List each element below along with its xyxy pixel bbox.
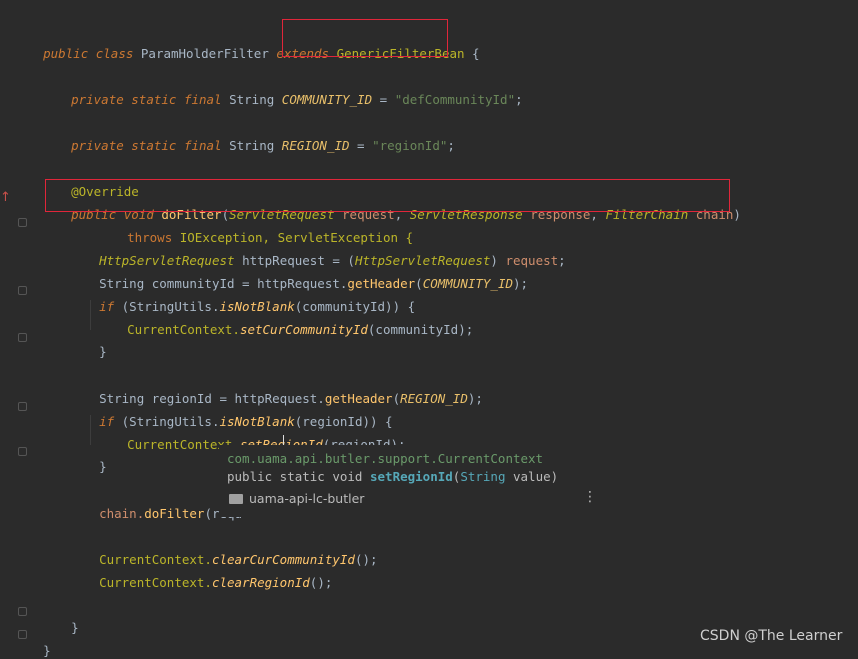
- static-call: setCurCommunityId: [239, 322, 368, 337]
- operator: =: [372, 92, 395, 107]
- expression: ();: [354, 552, 378, 567]
- module-name: uama-api-lc-butler: [249, 491, 365, 506]
- keyword: public class: [43, 46, 141, 61]
- brace: }: [43, 643, 51, 658]
- type: String: [229, 92, 282, 107]
- operator: =: [349, 138, 373, 153]
- field-ref: REGION_ID: [400, 391, 468, 406]
- expression: ();: [309, 575, 333, 590]
- code-line-region-header[interactable]: String regionId = httpRequest.getHeader(…: [84, 375, 483, 406]
- paren: (: [392, 391, 401, 406]
- class-ref: CurrentContext.: [127, 322, 240, 337]
- highlight-box: [282, 19, 448, 57]
- semicolon: ;: [558, 253, 566, 268]
- brace: }: [99, 459, 107, 474]
- paren: );: [513, 276, 529, 291]
- code-line-close-brace[interactable]: }: [28, 627, 51, 658]
- paren: );: [467, 391, 483, 406]
- popup-package: com.uama.api.butler.support.CurrentConte…: [227, 451, 544, 466]
- watermark: CSDN @The Learner: [700, 628, 843, 644]
- code-line-close-brace[interactable]: }: [84, 443, 107, 474]
- paren: ): [733, 207, 741, 222]
- popup-signature: public static void setRegionId(String va…: [227, 469, 558, 484]
- sig-type[interactable]: String: [460, 469, 505, 484]
- field: COMMUNITY_ID: [281, 92, 373, 107]
- semicolon: ;: [515, 92, 523, 107]
- static-call: clearRegionId: [211, 575, 310, 590]
- override-arrow-icon[interactable]: ↑: [0, 190, 11, 205]
- code-line-close-brace[interactable]: }: [84, 328, 107, 359]
- field: REGION_ID: [281, 138, 350, 153]
- expression: (communityId);: [367, 322, 474, 337]
- code-line-clear-community[interactable]: CurrentContext.clearCurCommunityId();: [84, 536, 377, 567]
- fold-marker[interactable]: [18, 447, 27, 456]
- param-ref: chain.: [99, 506, 145, 521]
- code-line-clear-region[interactable]: CurrentContext.clearRegionId();: [84, 559, 332, 590]
- string-literal: "regionId": [372, 138, 448, 153]
- code-line-if-community[interactable]: if (StringUtils.isNotBlank(communityId))…: [84, 283, 415, 314]
- field-ref: COMMUNITY_ID: [422, 276, 513, 291]
- brace: {: [464, 46, 480, 61]
- code-line-region-id[interactable]: private static final String REGION_ID = …: [56, 122, 455, 153]
- sig-method[interactable]: setRegionId: [370, 469, 453, 484]
- code-line-set-community[interactable]: CurrentContext.setCurCommunityId(communi…: [112, 306, 473, 337]
- folder-icon: [229, 494, 243, 504]
- fold-marker[interactable]: [18, 630, 27, 639]
- type: String: [229, 138, 282, 153]
- fold-marker[interactable]: [18, 607, 27, 616]
- paren: (: [415, 276, 423, 291]
- quick-doc-popup[interactable]: com.uama.api.butler.support.CurrentConte…: [219, 445, 604, 517]
- code-line-close-brace[interactable]: }: [56, 604, 79, 635]
- sig-modifiers: public static void: [227, 469, 370, 484]
- fold-marker[interactable]: [18, 286, 27, 295]
- fold-marker[interactable]: [18, 402, 27, 411]
- highlight-box: [45, 179, 730, 212]
- code-line-set-region[interactable]: CurrentContext.setRegionId(regionId);: [112, 421, 405, 452]
- semicolon: ;: [447, 138, 455, 153]
- string-literal: "defCommunityId": [394, 92, 516, 107]
- class-ref: CurrentContext.: [99, 575, 212, 590]
- popup-module: uama-api-lc-butler: [229, 491, 364, 506]
- sig-rest: value): [505, 469, 559, 484]
- class-name: ParamHolderFilter: [140, 46, 277, 61]
- brace: }: [99, 344, 107, 359]
- fold-marker[interactable]: [18, 333, 27, 342]
- editor-gutter: [0, 0, 40, 653]
- code-line-http-request[interactable]: HttpServletRequest httpRequest = (HttpSe…: [84, 237, 566, 268]
- code-line-community-header[interactable]: String communityId = httpRequest.getHead…: [84, 260, 528, 291]
- keyword: private static final: [71, 92, 230, 107]
- more-options-icon[interactable]: ⋮: [583, 490, 597, 504]
- method-call: doFilter: [144, 506, 205, 521]
- code-line-if-region[interactable]: if (StringUtils.isNotBlank(regionId)) {: [84, 398, 393, 429]
- fold-marker[interactable]: [18, 218, 27, 227]
- brace: }: [71, 620, 79, 635]
- keyword: private static final: [71, 138, 230, 153]
- code-line-throws[interactable]: throws IOException, ServletException {: [112, 214, 413, 245]
- code-line-community-id[interactable]: private static final String COMMUNITY_ID…: [56, 76, 523, 107]
